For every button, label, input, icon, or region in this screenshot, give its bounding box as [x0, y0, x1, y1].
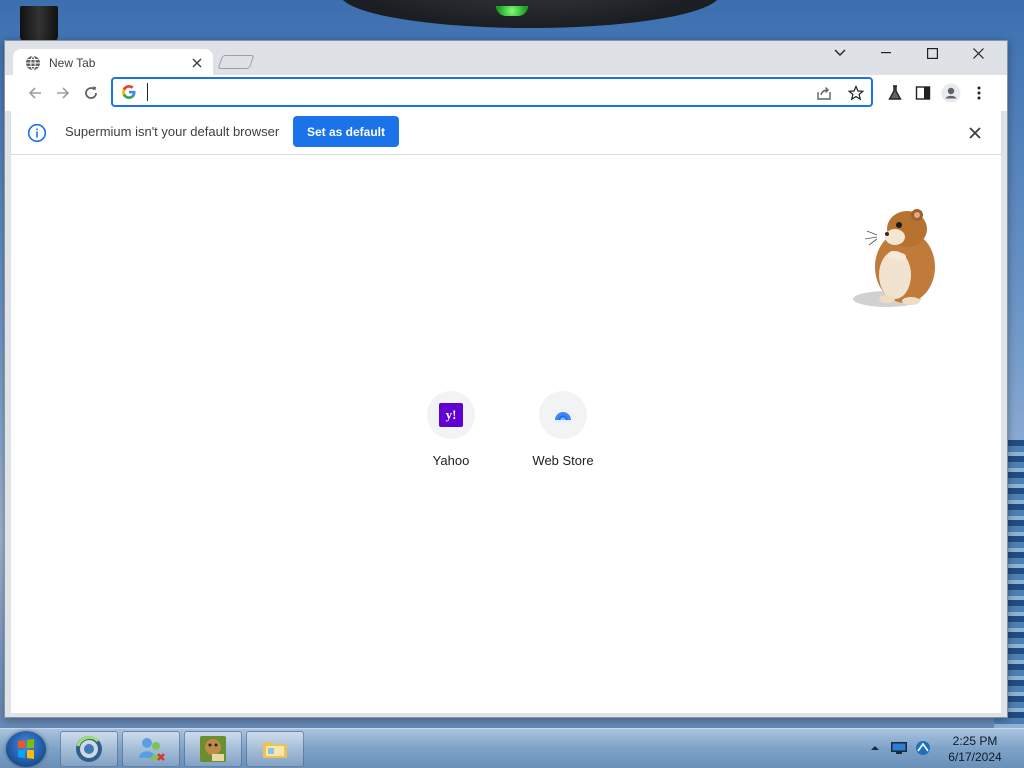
tab-strip: New Tab	[5, 41, 1007, 77]
shortcut-label: Web Store	[532, 453, 594, 468]
tab-title: New Tab	[49, 56, 96, 70]
folder-icon	[263, 742, 287, 758]
tab-close-icon[interactable]	[189, 55, 205, 71]
shortcut-label: Yahoo	[432, 453, 470, 468]
set-as-default-button[interactable]: Set as default	[293, 116, 399, 147]
display-tray-icon[interactable]	[890, 741, 908, 755]
info-icon	[27, 123, 47, 143]
browser-toolbar	[5, 75, 1007, 111]
shortcut-web-store[interactable]: Web Store	[507, 381, 619, 481]
clock-time: 2:25 PM	[952, 734, 998, 748]
desktop-wallpaper-light	[496, 6, 528, 16]
taskbar-folder-button[interactable]	[246, 731, 304, 767]
desktop-wallpaper-dome	[340, 0, 720, 28]
browser-icon	[76, 736, 102, 762]
reload-icon[interactable]	[77, 79, 105, 107]
window-close-button[interactable]	[955, 41, 1001, 65]
google-g-icon	[122, 85, 136, 99]
globe-icon	[26, 55, 40, 71]
minimize-button[interactable]	[863, 41, 909, 65]
tab-search-chevron-icon[interactable]	[817, 41, 863, 65]
text-caret	[147, 83, 148, 101]
tab-new-tab[interactable]: New Tab	[13, 49, 213, 77]
address-bar[interactable]	[111, 77, 873, 107]
infobar-message: Supermium isn't your default browser	[65, 124, 280, 139]
back-arrow-icon[interactable]	[21, 79, 49, 107]
yahoo-logo-icon: y!	[439, 403, 463, 427]
profile-avatar-icon[interactable]	[937, 79, 965, 107]
taskbar: 2:25 PM 6/17/2024	[0, 728, 1024, 768]
show-hidden-icons-icon[interactable]	[870, 743, 880, 753]
taskbar-browser-button[interactable]	[60, 731, 118, 767]
browser-window: New Tab Supermium isn't your default bro…	[4, 40, 1008, 718]
clock-date: 6/17/2024	[948, 750, 1002, 764]
desktop-wallpaper-object	[20, 6, 58, 42]
infobar-close-icon[interactable]	[965, 123, 985, 143]
shortcut-yahoo-tile: y!	[427, 391, 475, 439]
system-clock[interactable]: 2:25 PM 6/17/2024	[942, 733, 1008, 765]
side-panel-icon[interactable]	[909, 79, 937, 107]
hamster-pet-image	[853, 209, 935, 307]
share-icon[interactable]	[813, 82, 835, 104]
taskbar-game-box-button[interactable]	[184, 731, 242, 767]
forward-arrow-icon[interactable]	[49, 79, 77, 107]
contacts-icon	[139, 738, 165, 761]
network-tray-icon[interactable]	[914, 739, 932, 757]
default-browser-infobar: Supermium isn't your default browser Set…	[11, 111, 1001, 155]
bookmark-star-icon[interactable]	[845, 82, 867, 104]
new-tab-page: y! Yahoo Web Store	[11, 155, 1001, 713]
game-box-icon	[200, 736, 226, 762]
start-button[interactable]	[6, 731, 46, 767]
windows-logo-icon	[18, 739, 34, 759]
new-tab-button[interactable]	[217, 55, 255, 69]
taskbar-contacts-button[interactable]	[122, 731, 180, 767]
shortcut-web-store-tile	[539, 391, 587, 439]
labs-flask-icon[interactable]	[881, 79, 909, 107]
menu-kebab-icon[interactable]	[965, 79, 993, 107]
web-store-icon	[555, 412, 571, 423]
shortcut-yahoo[interactable]: y! Yahoo	[395, 381, 507, 481]
maximize-button[interactable]	[909, 41, 955, 65]
